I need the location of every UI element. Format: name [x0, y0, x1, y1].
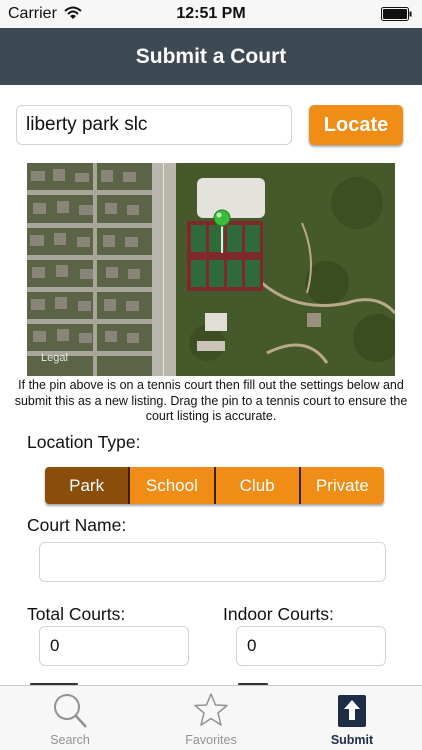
battery-icon [381, 7, 412, 21]
segment-park[interactable]: Park [45, 467, 131, 504]
total-courts-field[interactable] [39, 626, 189, 666]
map-view[interactable]: Legal [27, 163, 395, 376]
total-courts-label: Total Courts: [27, 604, 126, 624]
tab-search-label: Search [50, 733, 90, 747]
segment-club[interactable]: Club [215, 467, 301, 504]
page-title: Submit a Court [135, 45, 287, 68]
tab-favorites-label: Favorites [185, 733, 237, 747]
tab-submit[interactable]: Submit [282, 686, 422, 750]
upload-icon [338, 695, 366, 727]
indoor-courts-field[interactable] [236, 626, 386, 666]
search-input[interactable] [16, 105, 292, 145]
court-name-label: Court Name: [27, 515, 127, 535]
tab-submit-label: Submit [330, 733, 374, 747]
map-instructions: If the pin above is on a tennis court th… [14, 378, 408, 423]
tab-favorites[interactable]: Favorites [141, 686, 281, 750]
location-type-label: Location Type: [27, 432, 141, 452]
status-bar: Carrier 12:51 PM [0, 0, 422, 28]
tab-search[interactable]: Search [0, 686, 140, 750]
navigation-bar: Submit a Court [0, 28, 422, 85]
locate-button[interactable]: Locate [309, 105, 403, 145]
map-legal-link[interactable]: Legal [41, 352, 68, 364]
court-name-field[interactable] [39, 542, 386, 582]
segment-school[interactable]: School [130, 467, 216, 504]
star-icon [194, 693, 228, 726]
indoor-courts-label: Indoor Courts: [223, 604, 334, 624]
location-type-selector[interactable]: Park School Club Private [45, 467, 384, 504]
tab-bar: Search Favorites Submit [0, 685, 422, 750]
status-time: 12:51 PM [176, 5, 246, 22]
segment-private[interactable]: Private [300, 467, 384, 504]
search-icon [54, 694, 87, 728]
